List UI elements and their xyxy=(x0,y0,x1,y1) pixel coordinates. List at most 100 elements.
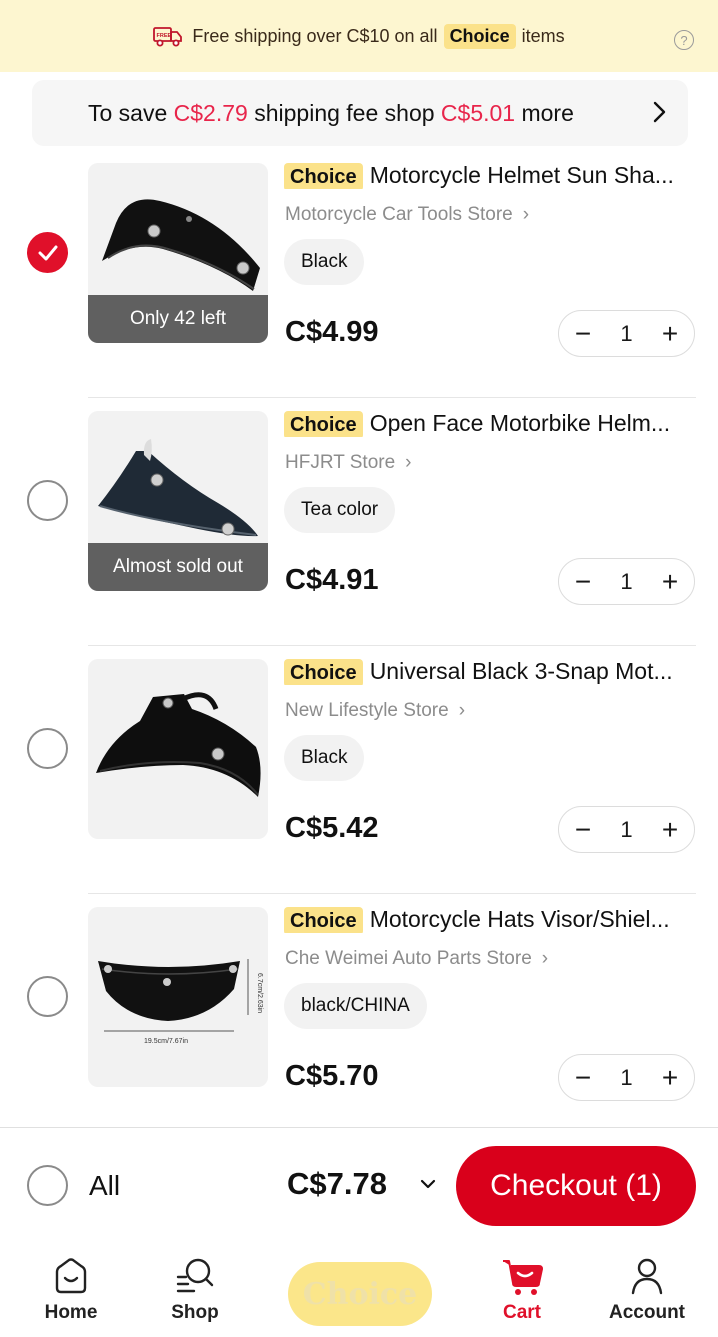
decrease-button[interactable]: − xyxy=(571,815,595,844)
free-shipping-truck-icon: FREE xyxy=(153,27,183,47)
checkout-count: (1) xyxy=(625,1169,662,1202)
checkout-bar: All C$7.78 Checkout (1) xyxy=(0,1127,718,1241)
increase-button[interactable]: + xyxy=(658,567,682,596)
search-icon xyxy=(176,1258,214,1293)
tab-home[interactable]: Home xyxy=(21,1255,121,1324)
product-image[interactable] xyxy=(88,659,268,839)
dimension-label-width: 19.5cm/7.67in xyxy=(144,1038,188,1045)
store-name: Che Weimei Auto Parts Store xyxy=(285,948,532,969)
variant-selector[interactable]: Black xyxy=(284,735,365,781)
product-image[interactable]: Almost sold out xyxy=(88,411,268,591)
save-amount: C$2.79 xyxy=(173,99,248,126)
chevron-down-icon[interactable] xyxy=(419,1178,437,1190)
tab-cart[interactable]: Cart xyxy=(472,1255,572,1324)
variant-selector[interactable]: Black xyxy=(284,239,365,285)
decrease-button[interactable]: − xyxy=(571,1063,595,1092)
select-all-checkbox[interactable] xyxy=(27,1165,68,1206)
tab-shop[interactable]: Shop xyxy=(145,1255,245,1324)
variant-selector[interactable]: black/CHINA xyxy=(284,983,427,1029)
cart-item: Almost sold out Choice Open Face Motorbik… xyxy=(0,398,718,646)
quantity-value[interactable]: 1 xyxy=(620,817,632,843)
increase-button[interactable]: + xyxy=(658,815,682,844)
product-price: C$4.91 xyxy=(285,564,379,596)
save-text-1: To save xyxy=(88,99,168,126)
choice-tag: Choice xyxy=(284,163,363,189)
chevron-right-icon xyxy=(653,101,666,123)
item-select-checkbox[interactable] xyxy=(27,232,68,273)
stock-badge: Only 42 left xyxy=(88,295,268,343)
total-price[interactable]: C$7.78 xyxy=(287,1166,387,1202)
product-price: C$5.42 xyxy=(285,812,379,844)
product-price: C$5.70 xyxy=(285,1060,379,1092)
product-title[interactable]: Choice Universal Black 3-Snap Mot... xyxy=(284,658,704,685)
checkout-label: Checkout xyxy=(490,1169,617,1202)
home-icon xyxy=(55,1258,87,1294)
free-shipping-banner: FREE Free shipping over C$10 on all Choi… xyxy=(0,0,718,72)
checkout-button[interactable]: Checkout (1) xyxy=(456,1146,696,1226)
quantity-stepper: − 1 + xyxy=(558,310,695,357)
choice-tag: Choice xyxy=(284,907,363,933)
product-title[interactable]: Choice Open Face Motorbike Helm... xyxy=(284,410,704,437)
store-name: New Lifestyle Store xyxy=(285,700,449,721)
chevron-right-icon: › xyxy=(522,204,530,225)
product-image[interactable]: Only 42 left xyxy=(88,163,268,343)
product-title-text: Motorcycle Helmet Sun Sha... xyxy=(369,162,674,188)
cart-item: Only 42 left Choice Motorcycle Helmet Sun… xyxy=(0,150,718,398)
decrease-button[interactable]: − xyxy=(571,319,595,348)
increase-button[interactable]: + xyxy=(658,319,682,348)
item-select-checkbox[interactable] xyxy=(27,480,68,521)
cart-icon xyxy=(503,1260,543,1295)
tab-shop-label: Shop xyxy=(171,1302,219,1323)
quantity-value[interactable]: 1 xyxy=(620,569,632,595)
product-title[interactable]: Choice Motorcycle Helmet Sun Sha... xyxy=(284,162,704,189)
quantity-stepper: − 1 + xyxy=(558,558,695,605)
select-all-label[interactable]: All xyxy=(89,1170,120,1202)
chevron-right-icon: › xyxy=(458,700,466,721)
increase-button[interactable]: + xyxy=(658,1063,682,1092)
variant-selector[interactable]: Tea color xyxy=(284,487,396,533)
choice-tag: Choice xyxy=(284,411,363,437)
product-title-text: Universal Black 3-Snap Mot... xyxy=(369,658,673,684)
product-title[interactable]: Choice Motorcycle Hats Visor/Shiel... xyxy=(284,906,704,933)
cart-item: 6.7cm/2.63in 19.5cm/7.67in Choice Motorcy… xyxy=(0,894,718,1142)
quantity-stepper: − 1 + xyxy=(558,806,695,853)
tab-choice[interactable]: Choice xyxy=(288,1262,432,1326)
choice-tag: Choice xyxy=(284,659,363,685)
chevron-right-icon: › xyxy=(541,948,549,969)
tab-cart-label: Cart xyxy=(502,1302,541,1323)
product-price: C$4.99 xyxy=(285,316,379,348)
shipping-text-end: items xyxy=(521,25,565,46)
remaining-amount: C$5.01 xyxy=(440,99,516,126)
stock-badge: Almost sold out xyxy=(88,543,268,591)
quantity-value[interactable]: 1 xyxy=(620,321,632,347)
tab-account-label: Account xyxy=(609,1302,685,1323)
decrease-button[interactable]: − xyxy=(571,567,595,596)
account-icon xyxy=(631,1258,663,1295)
save-shipping-prompt[interactable]: To save C$2.79 shipping fee shop C$5.01 … xyxy=(32,80,688,146)
choice-badge: Choice xyxy=(443,23,516,49)
store-link[interactable]: Motorcycle Car Tools Store › xyxy=(285,204,529,226)
item-select-checkbox[interactable] xyxy=(27,976,68,1017)
shipping-text: Free shipping over C$10 on all xyxy=(192,25,438,46)
dimension-label-height: 6.7cm/2.63in xyxy=(256,973,263,1013)
item-select-checkbox[interactable] xyxy=(27,728,68,769)
helmet-visor-image: 6.7cm/2.63in 19.5cm/7.67in xyxy=(98,959,263,1045)
save-text-3: more xyxy=(521,99,574,126)
product-title-text: Open Face Motorbike Helm... xyxy=(369,410,671,436)
help-icon[interactable]: ? xyxy=(674,30,694,50)
quantity-stepper: − 1 + xyxy=(558,1054,695,1101)
cart-item: Choice Universal Black 3-Snap Mot... New … xyxy=(0,646,718,894)
store-name: HFJRT Store xyxy=(285,452,396,473)
product-image[interactable]: 6.7cm/2.63in 19.5cm/7.67in xyxy=(88,907,268,1087)
helmet-visor-image xyxy=(96,692,261,797)
store-link[interactable]: New Lifestyle Store › xyxy=(285,700,465,722)
save-text-2: shipping fee shop xyxy=(254,99,435,126)
chevron-right-icon: › xyxy=(405,452,412,473)
svg-text:FREE: FREE xyxy=(157,33,172,39)
bottom-tab-bar: Home Shop Choice Cart Account xyxy=(0,1241,718,1337)
tab-account[interactable]: Account xyxy=(597,1255,697,1324)
store-link[interactable]: Che Weimei Auto Parts Store › xyxy=(285,948,548,970)
quantity-value[interactable]: 1 xyxy=(620,1065,632,1091)
store-link[interactable]: HFJRT Store › xyxy=(285,452,412,474)
checkmark-icon xyxy=(38,245,57,260)
